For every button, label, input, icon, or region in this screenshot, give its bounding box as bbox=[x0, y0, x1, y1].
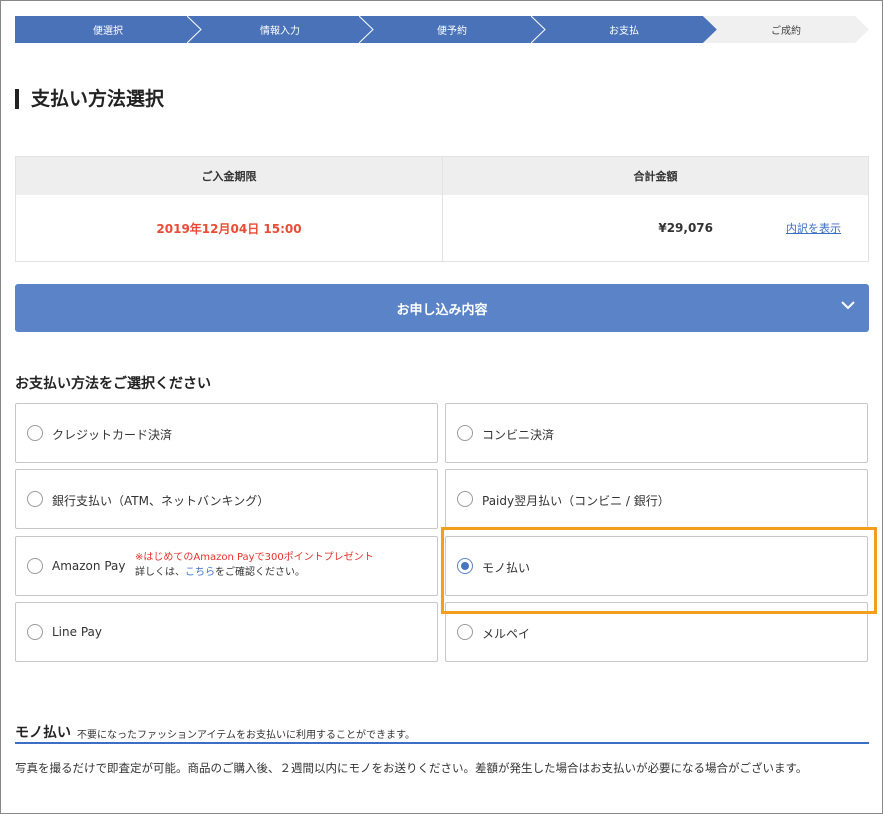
payment-option-credit-card[interactable]: クレジットカード決済 bbox=[15, 403, 438, 463]
order-details-toggle[interactable]: お申し込み内容 bbox=[15, 284, 869, 332]
window-frame: 便選択 情報入力 便予約 お支払 ご成約 支払い方法選択 ご入金期限 合計金額 … bbox=[0, 0, 883, 814]
payment-option-label: モノ払い bbox=[482, 561, 531, 575]
radio-button[interactable] bbox=[27, 425, 43, 441]
payment-option-label: Amazon Pay bbox=[52, 559, 126, 573]
payment-option-label: Line Pay bbox=[52, 625, 102, 639]
payment-option-label: コンビニ決済 bbox=[482, 428, 555, 442]
payment-option-label: 銀行支払い（ATM、ネットバンキング） bbox=[52, 494, 270, 508]
promo-details-prefix: 詳しくは、 bbox=[135, 567, 185, 578]
step-payment: お支払 bbox=[531, 16, 717, 43]
payment-option-merpay[interactable]: メルペイ bbox=[445, 602, 868, 662]
deadline-header: ご入金期限 bbox=[16, 157, 442, 195]
radio-button[interactable] bbox=[27, 624, 43, 640]
payment-option-label: Paidy翌月払い（コンビニ / 銀行） bbox=[482, 494, 670, 508]
promo-details-link[interactable]: こちら bbox=[185, 567, 215, 578]
step-contract: ご成約 bbox=[703, 16, 869, 43]
mono-pay-subtitle: 不要になったファッションアイテムをお支払いに利用することができます。 bbox=[77, 730, 415, 741]
step-info-entry: 情報入力 bbox=[187, 16, 373, 43]
step-label: お支払 bbox=[609, 26, 639, 37]
show-breakdown-link[interactable]: 内訳を表示 bbox=[786, 220, 841, 236]
mono-pay-description: 写真を撮るだけで即査定が可能。商品のご購入後、２週間以内にモノをお送りください。… bbox=[15, 761, 808, 775]
promo-details-suffix: をご確認ください。 bbox=[215, 567, 305, 578]
payment-option-line-pay[interactable]: Line Pay bbox=[15, 602, 438, 662]
radio-button[interactable] bbox=[457, 624, 473, 640]
payment-option-convenience-store[interactable]: コンビニ決済 bbox=[445, 403, 868, 463]
total-amount: ¥29,076 bbox=[658, 221, 713, 235]
section-divider bbox=[15, 742, 869, 744]
step-flight-select: 便選択 bbox=[15, 16, 201, 43]
payment-option-bank[interactable]: 銀行支払い（ATM、ネットバンキング） bbox=[15, 469, 438, 529]
chevron-down-icon bbox=[841, 301, 855, 310]
progress-stepper: 便選択 情報入力 便予約 お支払 ご成約 bbox=[15, 16, 869, 43]
step-label: 便選択 bbox=[93, 26, 123, 37]
radio-button[interactable] bbox=[457, 425, 473, 441]
payment-option-amazon-pay[interactable]: Amazon Pay ※はじめてのAmazon Payで300ポイントプレゼント… bbox=[15, 536, 438, 596]
radio-button[interactable] bbox=[27, 491, 43, 507]
payment-option-label: メルペイ bbox=[482, 627, 531, 641]
step-flight-booking: 便予約 bbox=[359, 16, 545, 43]
radio-button-selected[interactable] bbox=[457, 558, 473, 574]
payment-summary-table: ご入金期限 合計金額 2019年12月04日 15:00 ¥29,076 bbox=[15, 156, 869, 262]
step-label: ご成約 bbox=[771, 26, 801, 37]
step-label: 情報入力 bbox=[260, 26, 300, 37]
total-header: 合計金額 bbox=[443, 157, 868, 195]
deadline-value: 2019年12月04日 15:00 bbox=[156, 221, 302, 236]
amazon-pay-promo: ※はじめてのAmazon Payで300ポイントプレゼント 詳しくは、こちらをご… bbox=[135, 550, 374, 580]
page-title: 支払い方法選択 bbox=[15, 87, 164, 111]
payment-option-label: クレジットカード決済 bbox=[52, 428, 173, 442]
radio-button[interactable] bbox=[27, 558, 43, 574]
step-label: 便予約 bbox=[437, 26, 467, 37]
promo-campaign-text: ※はじめてのAmazon Payで300ポイントプレゼント bbox=[135, 552, 374, 563]
order-details-label: お申し込み内容 bbox=[396, 302, 488, 318]
payment-option-mono[interactable]: モノ払い bbox=[445, 536, 868, 596]
payment-section-title: お支払い方法をご選択ください bbox=[15, 376, 211, 392]
mono-pay-title: モノ払い bbox=[15, 725, 71, 741]
radio-button[interactable] bbox=[457, 491, 473, 507]
payment-option-paidy[interactable]: Paidy翌月払い（コンビニ / 銀行） bbox=[445, 469, 868, 529]
